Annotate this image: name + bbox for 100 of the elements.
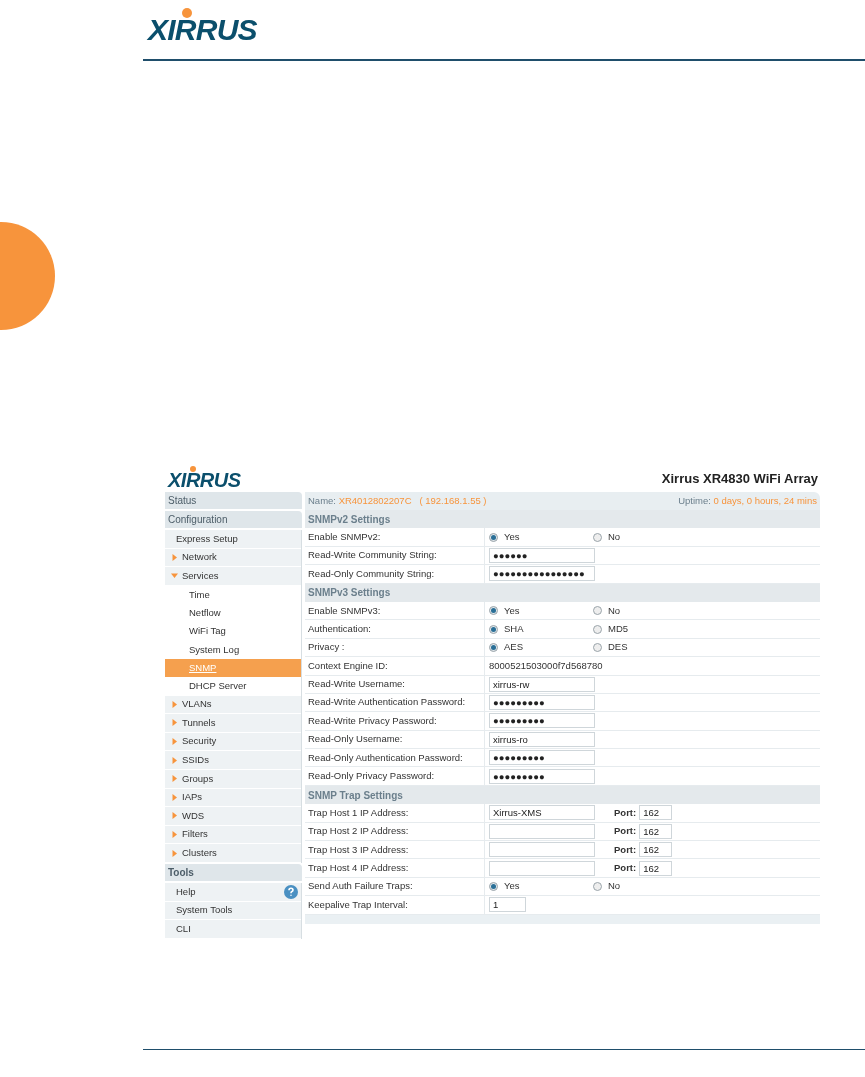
caret-right-icon [171,831,178,838]
sidebar-item[interactable]: CLI [165,920,301,939]
sidebar-item[interactable]: Tunnels [165,714,301,733]
radio-label[interactable]: No [608,879,621,894]
radio-selected-icon[interactable] [489,642,498,652]
sidebar-subitem[interactable]: Netflow [165,604,301,623]
field-label: Read-Only Authentication Password: [305,749,485,767]
input-field[interactable]: 162 [639,823,673,839]
field-label: Read-Only Username: [305,730,485,749]
field-label: Read-Write Username: [305,675,485,693]
input-field[interactable]: xirrus-ro [489,731,595,747]
field-label: Trap Host 2 IP Address: [305,822,485,841]
sidebar-item[interactable]: Express Setup [165,530,301,549]
radio-label[interactable]: AES [504,640,523,655]
field-value: 8000521503000f7d568780 [489,658,603,673]
port-label: Port: [614,861,637,875]
field-label: Read-Only Privacy Password: [305,767,485,785]
sidebar-item[interactable]: Help [176,884,196,899]
port-label: Port: [614,824,637,839]
radio-label[interactable]: No [608,603,621,618]
logo: XIRRUS [148,18,257,42]
field-label: Trap Host 4 IP Address: [305,859,485,877]
caret-right-icon [171,553,178,561]
app-title: Xirrus XR4830 WiFi Array [661,469,819,488]
input-field[interactable]: xirrus-rw [489,676,595,692]
radio-icon[interactable] [593,606,602,616]
input-field[interactable] [489,823,595,839]
radio-label[interactable]: MD5 [608,621,629,637]
radio-selected-icon[interactable] [489,882,498,891]
input-field[interactable]: ●●●●●● [489,547,595,563]
caret-right-icon [171,719,178,727]
field-label: Trap Host 1 IP Address: [305,804,485,822]
input-field[interactable]: 162 [639,842,673,858]
field-label: Enable SNMPv2: [305,528,485,546]
field-label: Privacy : [305,638,485,657]
sidebar-header[interactable]: Tools [165,863,302,881]
caret-right-icon [171,812,178,820]
field-label: Read-Only Community String: [305,565,485,583]
input-field[interactable]: 1 [489,897,526,913]
input-field[interactable]: 162 [639,805,673,821]
input-field[interactable]: Xirrus-XMS [489,805,595,821]
caret-right-icon [171,775,178,783]
input-field[interactable]: ●●●●●●●●● [489,695,595,711]
field-label: Authentication: [305,620,485,638]
sidebar-item[interactable]: WDS [165,807,301,826]
sidebar-item[interactable]: System Tools [165,901,301,921]
sidebar-item[interactable]: Groups [165,769,301,789]
input-field[interactable] [489,860,595,876]
caret-right-icon [171,738,178,746]
radio-icon[interactable] [593,882,602,891]
field-label: Read-Write Authentication Password: [305,693,485,712]
sidebar-item[interactable]: Services [165,567,301,586]
radio-label[interactable]: Yes [504,603,520,618]
radio-label[interactable]: Yes [504,879,520,894]
radio-label[interactable]: No [608,529,621,545]
sidebar-header[interactable]: Configuration [165,511,302,528]
sidebar-header[interactable]: Status [165,492,302,509]
caret-right-icon [171,793,178,801]
radio-label[interactable]: SHA [504,621,524,637]
input-field[interactable]: ●●●●●●●●● [489,768,595,784]
field-label: Keepalive Trap Interval: [305,896,485,914]
field-label: Read-Write Privacy Password: [305,712,485,730]
sidebar-item[interactable]: SSIDs [165,751,301,770]
radio-icon[interactable] [593,624,602,634]
caret-down-icon [171,572,178,580]
sidebar-subitem[interactable]: WiFi Tag [165,622,301,641]
caret-right-icon [171,700,178,708]
radio-label[interactable]: DES [608,640,628,655]
radio-label[interactable]: Yes [504,529,520,545]
field-label: Context Engine ID: [305,657,485,675]
port-label: Port: [614,842,637,857]
help-icon[interactable] [284,884,298,899]
sidebar-item[interactable]: VLANs [165,695,301,715]
caret-right-icon [171,756,178,764]
caret-right-icon [171,849,178,857]
field-label: Send Auth Failure Traps: [305,877,485,896]
input-field[interactable]: ●●●●●●●●● [489,713,595,729]
field-label: Enable SNMPv3: [305,601,485,620]
field-label: Trap Host 3 IP Address: [305,841,485,859]
radio-selected-icon[interactable] [489,606,498,616]
radio-selected-icon[interactable] [489,624,498,634]
port-label: Port: [614,805,637,820]
logo: XIRRUS [168,472,241,488]
sidebar-item[interactable]: Filters [165,825,301,845]
input-field[interactable]: ●●●●●●●●● [489,750,595,766]
device-name: Name: XR4012802207C ( 192.168.1.55 ) [308,493,487,508]
input-field[interactable] [489,842,595,858]
input-field[interactable]: ●●●●●●●●●●●●●●●● [489,566,595,582]
radio-icon[interactable] [593,532,602,542]
sidebar-subitem[interactable]: DHCP Server [165,677,301,696]
sidebar-item[interactable]: IAPs [165,788,301,808]
section-header: SNMPv2 Settings [305,510,820,529]
sidebar-item[interactable]: Security [165,732,301,752]
input-field[interactable]: 162 [639,860,673,876]
field-label: Read-Write Community String: [305,546,485,565]
sidebar-item[interactable]: Network [165,548,301,568]
sidebar-item[interactable]: Clusters [165,844,301,863]
radio-selected-icon[interactable] [489,532,498,542]
radio-icon[interactable] [593,642,602,652]
uptime: Uptime: 0 days, 0 hours, 24 mins [678,493,817,508]
